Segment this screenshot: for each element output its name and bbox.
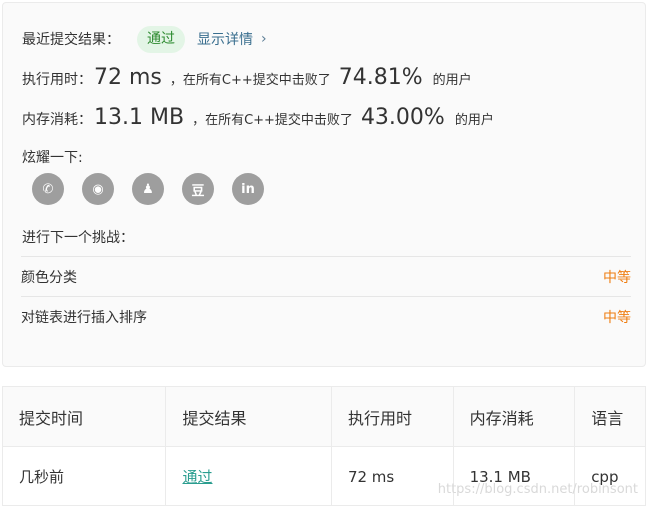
memory-row: 内存消耗： 13.1 MB ，在所有C++提交中击败了 43.00% 的用户 [22, 105, 494, 130]
memory-middle-text: ，在所有C++提交中击败了 [192, 113, 353, 128]
weibo-icon[interactable]: ◉ [82, 173, 114, 205]
runtime-value: 72 ms [94, 65, 162, 90]
challenge-title: 颜色分类 [21, 269, 77, 286]
memory-cell: 13.1 MB [454, 447, 576, 506]
share-label: 炫耀一下: [22, 150, 83, 166]
challenge-item[interactable]: 颜色分类 中等 [21, 256, 631, 296]
runtime-label: 执行用时： [22, 72, 92, 88]
difficulty-badge: 中等 [603, 269, 631, 286]
submission-result-card: 最近提交结果： 通过 显示详情 › 执行用时： 72 ms ，在所有C++提交中… [2, 2, 646, 367]
column-header: 提交时间 [3, 387, 167, 446]
status-row: 最近提交结果： 通过 显示详情 › [22, 25, 267, 53]
runtime-percent: 74.81% [338, 65, 423, 90]
qq-icon[interactable]: ♟ [132, 173, 164, 205]
column-header: 执行用时 [332, 387, 454, 446]
language-cell: cpp [591, 467, 619, 486]
memory-percent: 43.00% [360, 105, 445, 130]
submit-result-cell: 通过 [166, 447, 332, 506]
share-icons: ✆ ◉ ♟ 豆 in [32, 173, 282, 205]
column-header: 语言 [591, 408, 624, 428]
table-header: 提交时间 提交结果 执行用时 内存消耗 语言 [3, 387, 645, 447]
challenge-item[interactable]: 对链表进行插入排序 中等 [21, 296, 631, 336]
column-header: 提交结果 [166, 387, 332, 446]
result-link[interactable]: 通过 [182, 466, 212, 487]
watermark: https://blog.csdn.net/robinsont [437, 482, 638, 497]
status-label: 最近提交结果： [22, 32, 120, 48]
table-row: 几秒前 通过 72 ms 13.1 MB cpp [3, 447, 645, 506]
runtime-tail-text: 的用户 [432, 73, 472, 88]
memory-value: 13.1 MB [94, 105, 185, 130]
chevron-right-icon: › [261, 31, 267, 47]
challenge-title: 对链表进行插入排序 [21, 309, 147, 326]
status-badge: 通过 [137, 25, 185, 53]
runtime-middle-text: ，在所有C++提交中击败了 [169, 73, 331, 88]
show-details-label: 显示详情 [197, 32, 253, 48]
runtime-row: 执行用时： 72 ms ，在所有C++提交中击败了 74.81% 的用户 [22, 65, 472, 90]
memory-tail-text: 的用户 [454, 113, 494, 128]
douban-icon[interactable]: 豆 [182, 173, 214, 205]
column-header: 内存消耗 [454, 387, 576, 446]
wechat-icon[interactable]: ✆ [32, 173, 64, 205]
runtime-cell: 72 ms [332, 447, 454, 506]
next-challenge-label: 进行下一个挑战： [22, 230, 134, 246]
linkedin-icon[interactable]: in [232, 173, 264, 205]
show-details-link[interactable]: 显示详情 › [197, 29, 267, 49]
difficulty-badge: 中等 [603, 309, 631, 326]
submit-time-cell: 几秒前 [3, 447, 167, 506]
memory-label: 内存消耗： [22, 112, 92, 128]
